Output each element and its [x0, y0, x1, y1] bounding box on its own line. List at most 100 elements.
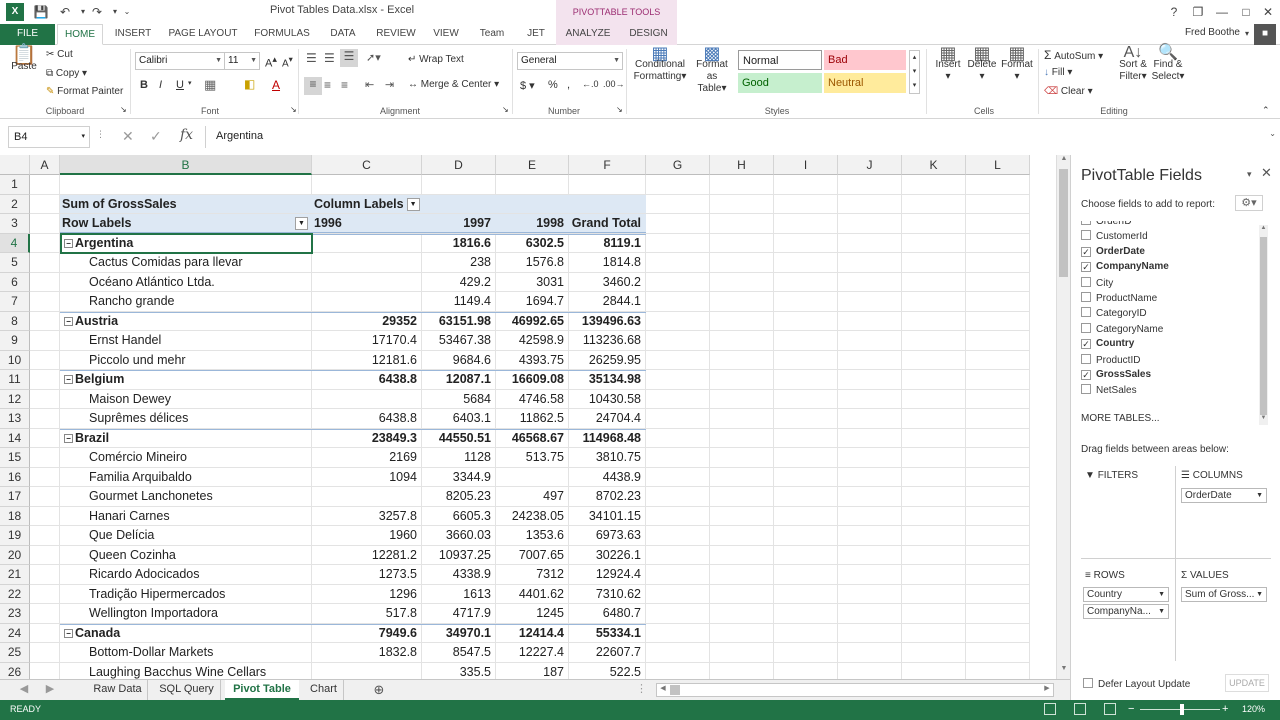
- tab-team[interactable]: Team: [472, 24, 512, 45]
- align-middle-icon[interactable]: ☰: [324, 51, 335, 65]
- field-checkbox[interactable]: [1081, 292, 1091, 302]
- user-dropdown-icon[interactable]: ▾: [1240, 24, 1254, 45]
- row-header-19[interactable]: 19: [0, 526, 30, 546]
- number-format-select[interactable]: General ▼: [517, 52, 623, 70]
- value-cell[interactable]: 24238.05: [496, 507, 567, 526]
- value-cell[interactable]: 114968.48: [569, 429, 644, 448]
- company-row-label[interactable]: Ernst Handel: [89, 331, 310, 350]
- field-checkbox[interactable]: [1081, 276, 1091, 287]
- close-button[interactable]: ✕: [1256, 2, 1280, 22]
- column-header-d[interactable]: D: [422, 155, 496, 175]
- column-labels-header[interactable]: Column Labels ▼: [314, 195, 454, 214]
- pivot-value-title[interactable]: Sum of GrossSales: [62, 195, 310, 214]
- horizontal-scrollbar[interactable]: ◀ ▶: [656, 683, 1054, 697]
- row-header-22[interactable]: 22: [0, 584, 30, 604]
- percent-icon[interactable]: %: [548, 79, 558, 91]
- value-cell[interactable]: 335.5: [422, 663, 494, 680]
- autosum-button[interactable]: Σ AutoSum ▾: [1044, 48, 1103, 62]
- value-cell[interactable]: 3460.2: [569, 273, 644, 292]
- field-list-scroll-down-icon[interactable]: ▼: [1259, 415, 1268, 424]
- normal-view-icon[interactable]: [1044, 703, 1056, 715]
- value-cell[interactable]: 55334.1: [569, 624, 644, 643]
- name-box[interactable]: B4 ▾: [8, 126, 90, 148]
- collapse-ribbon-icon[interactable]: ⌃: [1262, 105, 1270, 116]
- value-cell[interactable]: [312, 273, 420, 292]
- value-cell[interactable]: 46568.67: [496, 429, 567, 448]
- value-cell[interactable]: 8205.23: [422, 487, 494, 506]
- row-header-23[interactable]: 23: [0, 604, 30, 624]
- value-cell[interactable]: 522.5: [569, 663, 644, 680]
- row-header-20[interactable]: 20: [0, 545, 30, 565]
- sheet-tab-chart[interactable]: Chart: [304, 680, 344, 700]
- field-checkbox[interactable]: ✓: [1081, 370, 1091, 380]
- cancel-entry-icon[interactable]: ✕: [122, 128, 134, 145]
- value-cell[interactable]: 238: [422, 253, 494, 272]
- style-good[interactable]: Good: [738, 73, 822, 93]
- update-button[interactable]: UPDATE: [1225, 674, 1269, 692]
- merge-center-button[interactable]: ↔ Merge & Center ▾: [408, 79, 499, 90]
- value-cell[interactable]: 7007.65: [496, 546, 567, 565]
- value-cell[interactable]: 3660.03: [422, 526, 494, 545]
- sheet-tab-raw-data[interactable]: Raw Data: [88, 680, 148, 700]
- value-cell[interactable]: 12087.1: [422, 370, 494, 389]
- value-cell[interactable]: 10937.25: [422, 546, 494, 565]
- value-cell[interactable]: 7949.6: [312, 624, 420, 643]
- scroll-up-icon[interactable]: ▲: [1058, 155, 1070, 167]
- value-cell[interactable]: 6302.5: [496, 234, 567, 253]
- value-cell[interactable]: 5684: [422, 390, 494, 409]
- comma-icon[interactable]: ,: [567, 79, 570, 91]
- collapse-icon[interactable]: −: [64, 628, 73, 638]
- value-cell[interactable]: 1353.6: [496, 526, 567, 545]
- value-cell[interactable]: [312, 390, 420, 409]
- tabs-split-icon[interactable]: ⋮: [636, 680, 647, 700]
- company-row-label[interactable]: Familia Arquibaldo: [89, 468, 310, 487]
- increase-decimal-icon[interactable]: ←.0: [582, 79, 599, 89]
- row-header-18[interactable]: 18: [0, 506, 30, 526]
- italic-button[interactable]: I: [159, 79, 162, 91]
- rows-field-country[interactable]: Country ▼: [1083, 587, 1169, 602]
- grand-total-header[interactable]: Grand Total: [569, 214, 644, 233]
- value-cell[interactable]: 1694.7: [496, 292, 567, 311]
- value-cell[interactable]: 3344.9: [422, 468, 494, 487]
- page-break-view-icon[interactable]: [1104, 703, 1116, 715]
- field-checkbox[interactable]: ✓: [1081, 246, 1091, 257]
- year-header-1998[interactable]: 1998: [496, 214, 567, 233]
- company-row-label[interactable]: Rancho grande: [89, 292, 310, 311]
- row-header-13[interactable]: 13: [0, 409, 30, 429]
- value-cell[interactable]: 6605.3: [422, 507, 494, 526]
- field-item-categoryname[interactable]: CategoryName: [1081, 322, 1163, 338]
- cut-button[interactable]: ✂ Cut: [46, 49, 73, 60]
- insert-cells-button[interactable]: ▦ Insert ▾: [932, 44, 964, 83]
- page-layout-view-icon[interactable]: [1074, 703, 1086, 715]
- rows-field-companyname[interactable]: CompanyNa... ▼: [1083, 604, 1169, 619]
- row-header-5[interactable]: 5: [0, 253, 30, 273]
- field-list-scroll-thumb[interactable]: [1260, 237, 1267, 415]
- value-cell[interactable]: 12181.6: [312, 351, 420, 370]
- row-header-1[interactable]: 1: [0, 175, 30, 195]
- company-row-label[interactable]: Que Delícia: [89, 526, 310, 545]
- row-header-21[interactable]: 21: [0, 565, 30, 585]
- maximize-button[interactable]: □: [1234, 2, 1258, 22]
- field-checkbox[interactable]: [1081, 230, 1091, 241]
- tab-review[interactable]: REVIEW: [372, 24, 420, 45]
- scroll-right-icon[interactable]: ▶: [1041, 684, 1053, 696]
- confirm-entry-icon[interactable]: ✓: [150, 128, 162, 145]
- value-cell[interactable]: 139496.63: [569, 312, 644, 331]
- value-cell[interactable]: 1245: [496, 604, 567, 623]
- underline-dropdown-icon[interactable]: ▾: [188, 79, 192, 87]
- field-item-orderid[interactable]: OrderID: [1081, 221, 1132, 230]
- field-checkbox[interactable]: [1081, 221, 1091, 225]
- tab-analyze[interactable]: ANALYZE: [556, 24, 620, 45]
- field-item-productid[interactable]: ProductID: [1081, 353, 1140, 369]
- styles-scroll-icon[interactable]: ▴ ▾ ▾: [909, 50, 920, 94]
- format-cells-button[interactable]: ▦ Format ▾: [1000, 44, 1034, 83]
- row-header-14[interactable]: 14: [0, 428, 30, 448]
- value-cell[interactable]: 46992.65: [496, 312, 567, 331]
- row-header-25[interactable]: 25: [0, 643, 30, 663]
- year-header-1997[interactable]: 1997: [422, 214, 494, 233]
- number-launcher-icon[interactable]: ↘: [616, 105, 623, 114]
- value-cell[interactable]: 34970.1: [422, 624, 494, 643]
- country-row-label[interactable]: − Austria: [64, 312, 310, 331]
- pane-options-dropdown-icon[interactable]: ▾: [1247, 169, 1252, 180]
- value-cell[interactable]: 6973.63: [569, 526, 644, 545]
